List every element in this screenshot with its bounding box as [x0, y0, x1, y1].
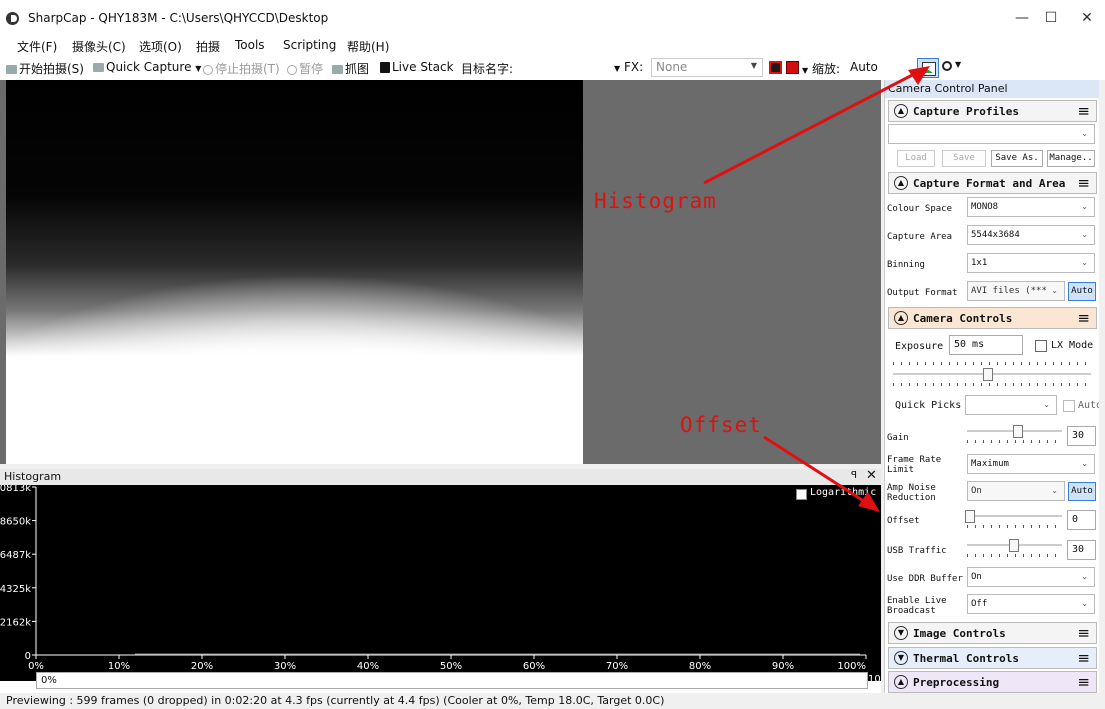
offset-arrow-line [763, 435, 871, 507]
offset-annotation: Offset [680, 413, 762, 437]
status-text: Previewing : 599 frames (0 dropped) in 0… [6, 694, 665, 707]
offset-arrow-head [858, 492, 880, 512]
annotation-overlay [703, 66, 930, 512]
histogram-annotation: Histogram [594, 189, 717, 213]
status-bar: Previewing : 599 frames (0 dropped) in 0… [0, 693, 1105, 709]
histogram-arrow-line [703, 68, 923, 185]
